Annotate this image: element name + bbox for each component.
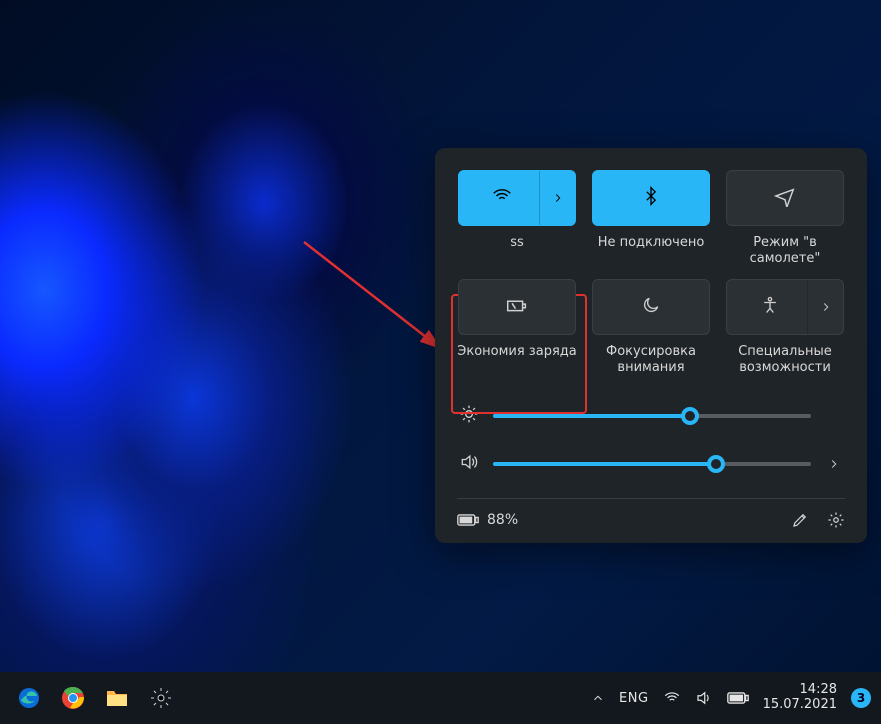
wifi-expand-button[interactable] xyxy=(539,171,575,225)
battery-icon xyxy=(727,691,749,705)
clock-time: 14:28 xyxy=(763,683,837,698)
tile-label: Экономия заряда xyxy=(457,344,576,378)
edit-quick-settings-button[interactable] xyxy=(791,511,809,529)
language-indicator[interactable]: ENG xyxy=(619,691,649,706)
accessibility-toggle[interactable] xyxy=(726,279,844,335)
tile-airplane: Режим "в самолете" xyxy=(725,170,845,269)
tile-label: Фокусировка внимания xyxy=(591,344,711,378)
brightness-row xyxy=(457,392,845,440)
tray-battery-button[interactable] xyxy=(727,691,749,705)
taskbar: ENG 14:28 15.07.2021 3 xyxy=(0,672,881,724)
taskbar-app-explorer[interactable] xyxy=(104,685,130,711)
tray-volume-button[interactable] xyxy=(695,689,713,707)
taskbar-app-settings[interactable] xyxy=(148,685,174,711)
quick-settings-panel: ss Не подключено Режим "в самолете" xyxy=(435,148,867,543)
taskbar-app-edge[interactable] xyxy=(16,685,42,711)
tray-wifi-button[interactable] xyxy=(663,689,681,707)
volume-output-button[interactable] xyxy=(825,457,843,471)
bluetooth-toggle[interactable] xyxy=(592,170,710,226)
chevron-right-icon xyxy=(819,300,833,314)
clock[interactable]: 14:28 15.07.2021 xyxy=(763,683,837,713)
tile-bluetooth: Не подключено xyxy=(591,170,711,269)
chevron-right-icon xyxy=(827,457,841,471)
battery-icon xyxy=(457,512,479,528)
battery-percent: 88% xyxy=(487,512,518,528)
clock-date: 15.07.2021 xyxy=(763,698,837,713)
taskbar-apps xyxy=(10,685,174,711)
accessibility-icon xyxy=(760,295,780,319)
tile-label: Режим "в самолете" xyxy=(725,235,845,269)
volume-icon xyxy=(459,452,479,476)
tile-label: Специальные возможности xyxy=(725,344,845,378)
tile-label: ss xyxy=(510,235,524,269)
wifi-icon xyxy=(663,689,681,707)
settings-button[interactable] xyxy=(827,511,845,529)
tile-label: Не подключено xyxy=(598,235,705,269)
tile-battery-saver: Экономия заряда xyxy=(457,279,577,378)
battery-saver-toggle[interactable] xyxy=(458,279,576,335)
quick-settings-grid: ss Не подключено Режим "в самолете" xyxy=(457,170,845,378)
gear-icon xyxy=(149,686,173,710)
airplane-toggle[interactable] xyxy=(726,170,844,226)
edge-icon xyxy=(17,686,41,710)
panel-footer: 88% xyxy=(457,498,845,529)
tile-wifi: ss xyxy=(457,170,577,269)
pencil-icon xyxy=(791,511,809,529)
chrome-icon xyxy=(61,686,85,710)
wifi-toggle[interactable] xyxy=(458,170,576,226)
brightness-slider[interactable] xyxy=(493,414,811,418)
tray-overflow-button[interactable] xyxy=(591,691,605,705)
folder-icon xyxy=(105,687,129,709)
system-tray: ENG 14:28 15.07.2021 3 xyxy=(591,683,871,713)
chevron-up-icon xyxy=(591,691,605,705)
bluetooth-icon xyxy=(641,186,661,210)
volume-slider[interactable] xyxy=(493,462,811,466)
moon-icon xyxy=(641,295,661,319)
airplane-icon xyxy=(774,185,796,211)
brightness-icon xyxy=(459,404,479,428)
volume-row xyxy=(457,440,845,488)
sliders-section xyxy=(457,392,845,488)
taskbar-app-chrome[interactable] xyxy=(60,685,86,711)
tile-focus: Фокусировка внимания xyxy=(591,279,711,378)
gear-icon xyxy=(827,511,845,529)
tile-accessibility: Специальные возможности xyxy=(725,279,845,378)
volume-icon xyxy=(695,689,713,707)
battery-status[interactable]: 88% xyxy=(457,512,518,528)
chevron-right-icon xyxy=(551,191,565,205)
accessibility-expand-button[interactable] xyxy=(807,280,843,334)
notification-badge[interactable]: 3 xyxy=(851,688,871,708)
focus-toggle[interactable] xyxy=(592,279,710,335)
wifi-icon xyxy=(491,185,513,211)
battery-saver-icon xyxy=(504,294,530,320)
